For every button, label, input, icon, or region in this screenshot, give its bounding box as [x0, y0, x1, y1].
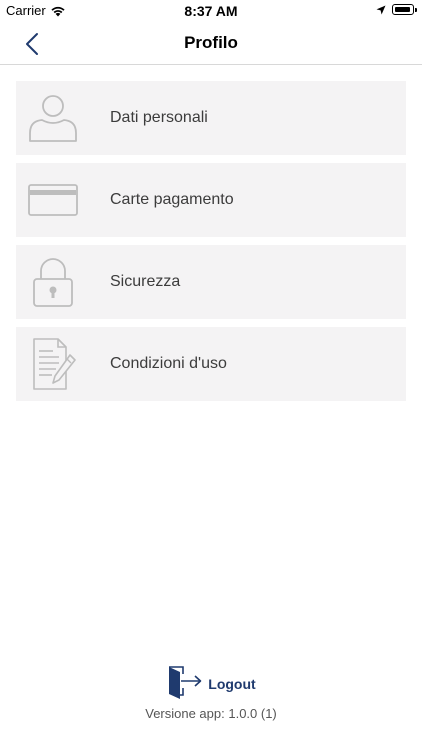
status-bar: Carrier 8:37 AM [0, 0, 422, 22]
credit-card-icon [26, 173, 80, 227]
menu-item-sicurezza[interactable]: Sicurezza [16, 245, 406, 319]
navigation-bar: Profilo [0, 22, 422, 65]
menu-item-carte-pagamento[interactable]: Carte pagamento [16, 163, 406, 237]
profile-screen: Carrier 8:37 AM Profilo Dati personali C… [0, 0, 422, 750]
app-version-text: Versione app: 1.0.0 (1) [145, 706, 277, 721]
profile-menu-list: Dati personali Carte pagamento Sicurezza… [16, 81, 406, 409]
user-icon [26, 91, 80, 145]
logout-label: Logout [208, 676, 256, 692]
menu-item-label: Condizioni d'uso [110, 355, 227, 372]
battery-icon [392, 4, 417, 15]
document-pen-icon [26, 337, 80, 391]
location-arrow-icon [376, 5, 386, 14]
menu-item-label: Sicurezza [110, 273, 181, 290]
logout-button[interactable]: Logout [0, 664, 422, 700]
status-time: 8:37 AM [184, 3, 238, 19]
menu-item-dati-personali[interactable]: Dati personali [16, 81, 406, 155]
lock-icon [26, 255, 80, 309]
menu-item-condizioni-uso[interactable]: Condizioni d'uso [16, 327, 406, 401]
page-title: Profilo [184, 33, 238, 52]
menu-item-label: Carte pagamento [110, 191, 234, 208]
menu-item-label: Dati personali [110, 109, 208, 126]
status-right [376, 4, 417, 15]
logout-door-icon [169, 666, 202, 699]
